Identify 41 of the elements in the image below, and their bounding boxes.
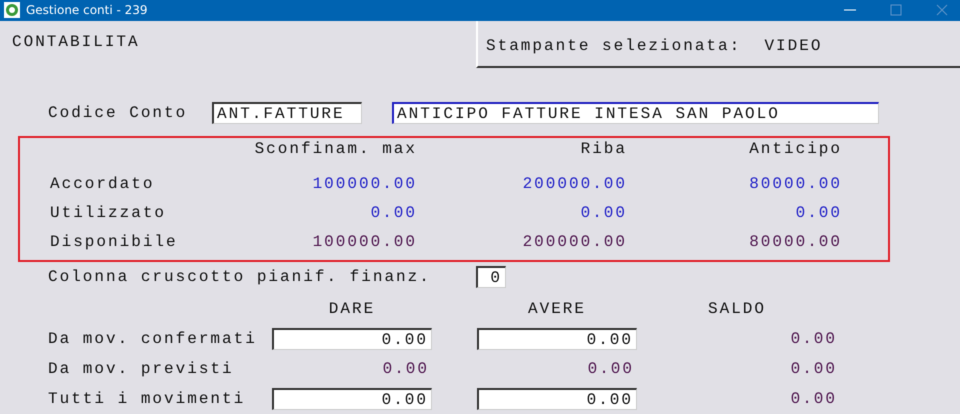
amount-value: 80000.00: [748, 232, 842, 250]
amount-value: 100000.00: [312, 174, 417, 192]
amount-value: 0.00: [580, 204, 627, 222]
row-label: Da mov. previsti: [48, 360, 235, 378]
column-header: SALDO: [706, 300, 767, 318]
printer-panel: Stampante selezionata: VIDEO: [476, 20, 960, 68]
amount-value: 0.00: [794, 204, 842, 222]
dashboard-column-field[interactable]: 0: [476, 266, 506, 288]
amount-value: 200000.00: [522, 232, 627, 250]
amount-value: 0.00: [586, 360, 635, 378]
amount-value: 100000.00: [312, 232, 417, 250]
amount-value: 0.00: [790, 360, 838, 378]
row-label: Utilizzato: [50, 204, 168, 222]
account-description-field[interactable]: ANTICIPO FATTURE INTESA SAN PAOLO: [392, 102, 879, 124]
amount-value: 0.00: [790, 330, 838, 348]
column-header: Riba: [580, 140, 627, 158]
amount-value: 0.00: [382, 360, 430, 378]
amount-field[interactable]: 0.00: [272, 328, 432, 350]
amount-value: 80000.00: [748, 174, 842, 192]
amount-field[interactable]: 0.00: [477, 388, 637, 410]
column-header: AVERE: [526, 300, 587, 318]
module-title: CONTABILITA: [11, 32, 141, 53]
close-icon[interactable]: [936, 4, 948, 16]
amount-value: 200000.00: [522, 174, 627, 192]
row-label: Da mov. confermati: [48, 330, 258, 348]
row-label: Disponibile: [50, 232, 179, 250]
field-label: Codice Conto: [48, 104, 188, 122]
column-header: Anticipo: [748, 140, 842, 158]
account-code-field[interactable]: ANT.FATTURE: [212, 102, 362, 124]
amount-value: 0.00: [790, 390, 838, 408]
amount-value: 0.00: [370, 204, 417, 222]
maximize-icon[interactable]: [890, 4, 902, 16]
app-logo-icon: [4, 2, 20, 18]
row-label: Tutti i movimenti: [48, 390, 246, 408]
window-title: Gestione conti - 239: [26, 3, 148, 18]
column-header: DARE: [328, 300, 376, 318]
row-label: Accordato: [50, 174, 156, 192]
column-header: Sconfinam. max: [254, 140, 417, 158]
amount-field[interactable]: 0.00: [477, 328, 637, 350]
amount-field[interactable]: 0.00: [272, 388, 432, 410]
field-label: Colonna cruscotto pianif. finanz.: [48, 268, 432, 286]
